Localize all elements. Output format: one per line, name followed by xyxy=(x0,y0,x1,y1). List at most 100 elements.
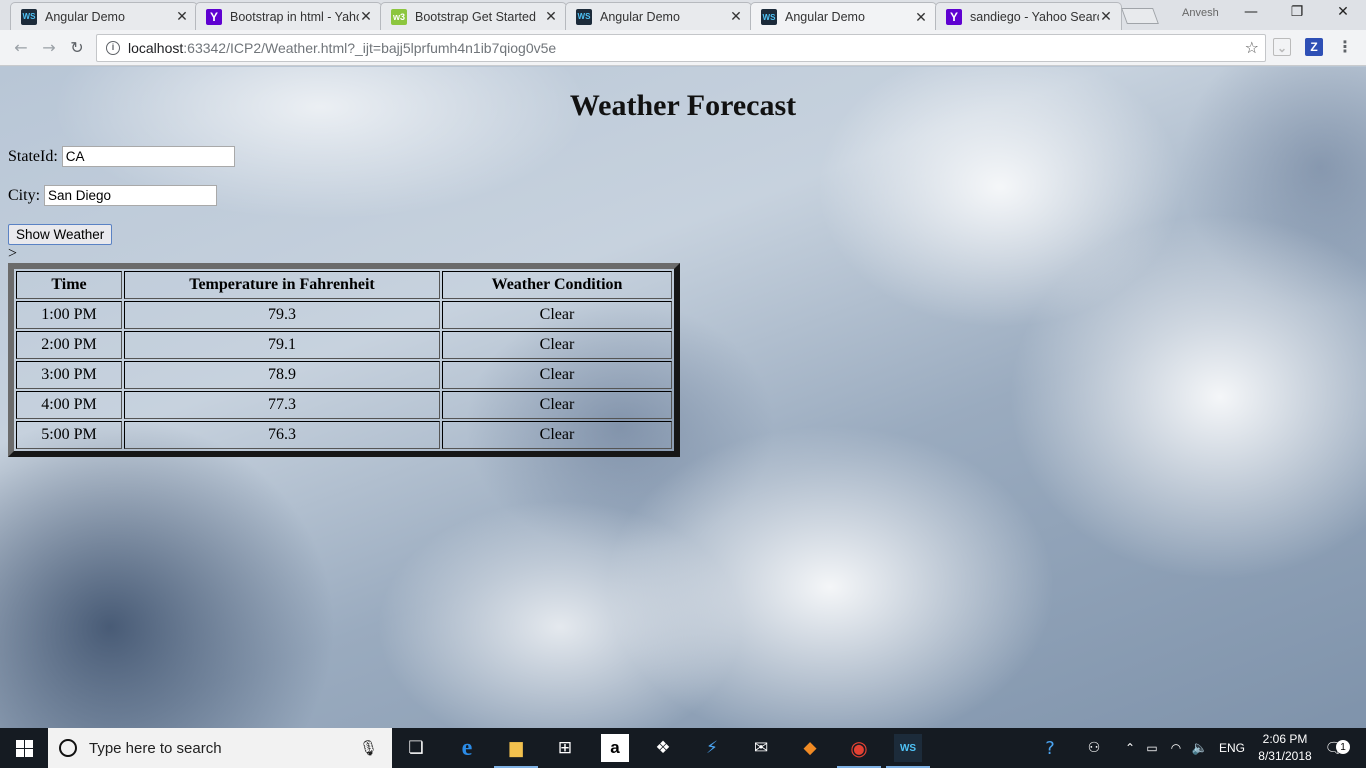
condition-cell: Clear xyxy=(442,331,672,359)
clock-time: 2:06 PM xyxy=(1262,732,1308,746)
restore-icon[interactable]: ❐ xyxy=(1274,4,1320,20)
page-viewport: Weather Forecast StateId: City: Show Wea… xyxy=(0,67,1366,728)
time-cell: 1:00 PM xyxy=(16,301,122,329)
people-icon[interactable]: ⚇ xyxy=(1080,734,1108,762)
browser-menu-icon[interactable]: ⋮ xyxy=(1336,38,1354,56)
vs-code-icon[interactable]: ⚡ xyxy=(698,734,726,762)
table-row: 3:00 PM 78.9 Clear xyxy=(16,361,672,389)
condition-cell: Clear xyxy=(442,301,672,329)
stray-text: > xyxy=(8,245,18,262)
tab-title: Angular Demo xyxy=(600,9,680,24)
yahoo-favicon-icon: Y xyxy=(206,8,222,25)
task-view-icon[interactable]: ❏ xyxy=(402,734,430,762)
tab-angular-demo-active[interactable]: WS Angular Demo ✕ xyxy=(750,2,937,31)
info-icon[interactable]: i xyxy=(106,41,120,55)
tab-title: Bootstrap in html - Yaho xyxy=(230,9,359,24)
table-row: 5:00 PM 76.3 Clear xyxy=(16,421,672,449)
tab-sandiego-yahoo[interactable]: Y sandiego - Yahoo Searc ✕ xyxy=(935,2,1122,30)
minimize-icon[interactable]: — xyxy=(1228,4,1274,20)
help-icon[interactable]: ? xyxy=(1036,734,1064,762)
time-cell: 5:00 PM xyxy=(16,421,122,449)
close-icon[interactable]: ✕ xyxy=(1099,8,1113,25)
page-title: Weather Forecast xyxy=(569,89,797,122)
header-condition: Weather Condition xyxy=(442,271,672,299)
taskbar-search[interactable]: Type here to search 🎙 xyxy=(48,728,392,768)
w3schools-favicon-icon: w3 xyxy=(391,8,407,25)
tab-title: Angular Demo xyxy=(45,9,125,24)
microphone-icon[interactable]: 🎙 xyxy=(359,739,378,757)
tab-angular-demo-2[interactable]: WS Angular Demo ✕ xyxy=(565,2,752,30)
temperature-cell: 77.3 xyxy=(124,391,440,419)
header-time: Time xyxy=(16,271,122,299)
close-window-icon[interactable]: ✕ xyxy=(1320,4,1366,20)
edge-icon[interactable]: e xyxy=(453,734,481,762)
condition-cell: Clear xyxy=(442,391,672,419)
close-icon[interactable]: ✕ xyxy=(729,8,743,25)
tab-bootstrap-yahoo[interactable]: Y Bootstrap in html - Yaho ✕ xyxy=(195,2,382,30)
temperature-cell: 78.9 xyxy=(124,361,440,389)
city-input[interactable] xyxy=(44,185,218,206)
state-input[interactable] xyxy=(61,146,235,167)
mail-icon[interactable]: ✉ xyxy=(747,734,775,762)
bookmark-star-icon[interactable]: ☆ xyxy=(1245,38,1259,57)
tab-title: Angular Demo xyxy=(785,10,865,24)
dropbox-icon[interactable]: ❖ xyxy=(649,734,677,762)
yahoo-favicon-icon: Y xyxy=(946,8,962,25)
webstorm-favicon-icon: WS xyxy=(21,8,37,25)
temperature-cell: 76.3 xyxy=(124,421,440,449)
tab-title: sandiego - Yahoo Searc xyxy=(970,9,1099,24)
condition-cell: Clear xyxy=(442,421,672,449)
tab-title: Bootstrap Get Started xyxy=(415,9,536,24)
clock-date: 8/31/2018 xyxy=(1258,749,1312,763)
cortana-icon[interactable] xyxy=(59,739,77,757)
reload-icon[interactable]: ↻ xyxy=(66,37,88,59)
time-cell: 2:00 PM xyxy=(16,331,122,359)
webstorm-icon[interactable]: WS xyxy=(886,734,930,768)
notification-count: 1 xyxy=(1336,740,1350,754)
city-field-row: City: xyxy=(8,185,218,206)
table-row: 4:00 PM 77.3 Clear xyxy=(16,391,672,419)
temperature-cell: 79.3 xyxy=(124,301,440,329)
webstorm-favicon-icon: WS xyxy=(761,9,777,25)
close-icon[interactable]: ✕ xyxy=(914,9,928,26)
webstorm-favicon-icon: WS xyxy=(576,8,592,25)
time-cell: 3:00 PM xyxy=(16,361,122,389)
windows-taskbar: Type here to search 🎙 ❏ e ▆ ⊞ a ❖ ⚡ ✉ ◆ … xyxy=(0,728,1366,768)
git-icon[interactable]: ◆ xyxy=(796,734,824,762)
time-cell: 4:00 PM xyxy=(16,391,122,419)
language-indicator[interactable]: ENG xyxy=(1219,728,1245,768)
store-icon[interactable]: ⊞ xyxy=(551,734,579,762)
start-button[interactable] xyxy=(0,728,48,768)
profile-name[interactable]: Anvesh xyxy=(1182,7,1219,19)
clock[interactable]: 2:06 PM 8/31/2018 xyxy=(1254,731,1316,765)
chrome-icon[interactable]: ◉ xyxy=(837,734,881,768)
table-row: 1:00 PM 79.3 Clear xyxy=(16,301,672,329)
state-label: StateId: xyxy=(8,147,58,165)
file-explorer-icon[interactable]: ▆ xyxy=(494,734,538,768)
forward-arrow-icon[interactable]: → xyxy=(38,37,60,59)
search-placeholder: Type here to search xyxy=(89,739,222,757)
back-arrow-icon[interactable]: ← xyxy=(10,37,32,59)
volume-icon[interactable]: 🔈 xyxy=(1186,734,1214,762)
new-tab-button[interactable] xyxy=(1121,8,1159,24)
close-icon[interactable]: ✕ xyxy=(175,8,189,25)
close-icon[interactable]: ✕ xyxy=(544,8,558,25)
browser-toolbar: ← → ↻ i localhost:63342/ICP2/Weather.htm… xyxy=(0,30,1366,66)
close-icon[interactable]: ✕ xyxy=(359,8,373,25)
city-label: City: xyxy=(8,186,41,204)
url-host: localhost xyxy=(128,40,184,56)
show-weather-button[interactable]: Show Weather xyxy=(8,224,113,245)
windows-logo-icon xyxy=(15,739,33,757)
condition-cell: Clear xyxy=(442,361,672,389)
amazon-icon[interactable]: a xyxy=(601,734,629,762)
table-row: 2:00 PM 79.1 Clear xyxy=(16,331,672,359)
browser-tab-bar: WS Angular Demo ✕ Y Bootstrap in html - … xyxy=(0,0,1366,31)
pocket-extension-icon[interactable]: ⌄ xyxy=(1273,38,1291,56)
address-bar[interactable]: i localhost:63342/ICP2/Weather.html?_ijt… xyxy=(96,34,1266,62)
url-path: :63342/ICP2/Weather.html?_ijt=bajj5lprfu… xyxy=(183,40,557,56)
zotero-extension-icon[interactable]: Z xyxy=(1305,38,1323,56)
tab-bootstrap-get-started[interactable]: w3 Bootstrap Get Started ✕ xyxy=(380,2,567,30)
table-header-row: Time Temperature in Fahrenheit Weather C… xyxy=(16,271,672,299)
weather-table: Time Temperature in Fahrenheit Weather C… xyxy=(8,263,680,457)
tab-angular-demo-1[interactable]: WS Angular Demo ✕ xyxy=(10,2,198,30)
